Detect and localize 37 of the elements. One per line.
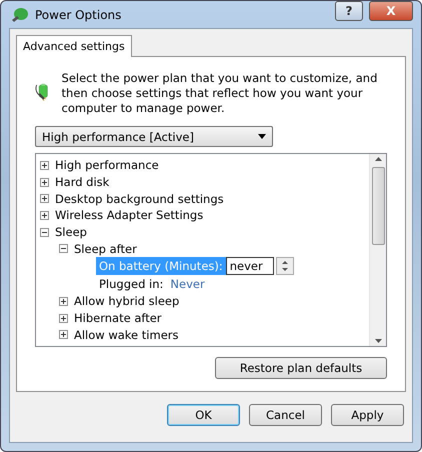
collapse-icon[interactable] [59, 244, 68, 254]
plan-dropdown[interactable]: High performance [Active] [35, 126, 273, 147]
tree-item[interactable]: Hibernate after [74, 311, 162, 326]
scrollbar[interactable] [369, 154, 386, 346]
setting-value-link[interactable]: Never [170, 277, 205, 292]
help-button[interactable]: ? [335, 1, 363, 21]
value-field[interactable]: never [226, 257, 274, 276]
scroll-up-icon[interactable] [374, 157, 382, 161]
expand-icon[interactable] [59, 296, 68, 306]
scroll-thumb[interactable] [372, 167, 384, 245]
dialog-button[interactable]: Apply [331, 404, 404, 426]
expand-icon[interactable] [59, 314, 68, 323]
tree-item[interactable]: Wireless Adapter Settings [55, 208, 204, 222]
tab[interactable]: Advanced settings [16, 35, 132, 57]
spinner-icon[interactable] [276, 257, 294, 276]
tree-item[interactable]: Allow hybrid sleep [74, 294, 180, 308]
tree-item[interactable]: Hard disk [55, 175, 110, 189]
tree-item[interactable]: Sleep [55, 225, 87, 240]
scroll-down-icon[interactable] [374, 339, 382, 343]
tree-item[interactable]: High performance [55, 158, 159, 172]
dialog-button[interactable]: OK [167, 404, 240, 426]
setting-label[interactable]: Plugged in: [96, 275, 166, 294]
window-title: Power Options [35, 8, 122, 22]
tree-item[interactable]: Sleep after [74, 242, 137, 256]
intro-text: Select the power plan that you want to customize, and then choose settings that reflect how you want your computer to manage power. [62, 71, 378, 116]
tree-item[interactable]: Allow wake timers [74, 328, 178, 342]
expand-icon[interactable] [40, 210, 49, 220]
collapse-icon[interactable] [40, 228, 49, 237]
dropdown-arrow-icon [258, 134, 266, 139]
dialog-button[interactable]: Cancel [249, 404, 322, 426]
tree-item[interactable]: Desktop background settings [55, 192, 224, 206]
expand-icon[interactable] [59, 330, 68, 340]
expand-icon[interactable] [40, 178, 49, 186]
power-plug-icon [11, 6, 29, 22]
restore-defaults-button[interactable]: Restore plan defaults [215, 357, 387, 379]
expand-icon[interactable] [40, 160, 49, 170]
expand-icon[interactable] [40, 194, 49, 204]
